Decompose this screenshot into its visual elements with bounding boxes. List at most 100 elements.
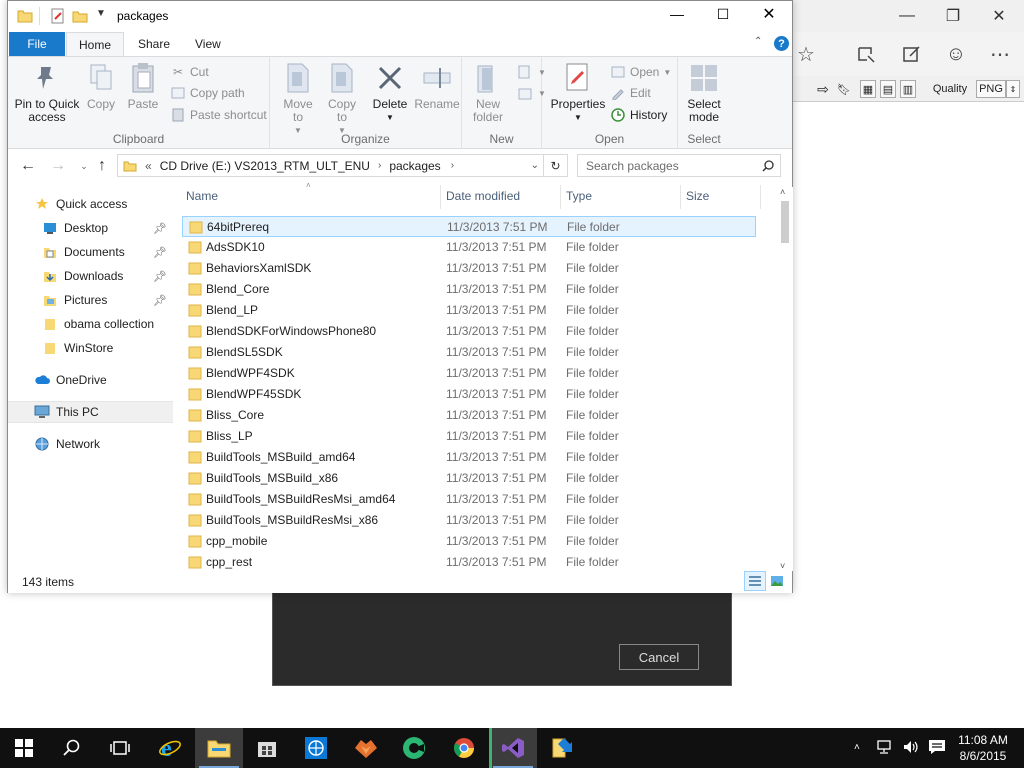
- volume-icon[interactable]: [902, 739, 920, 758]
- search-button[interactable]: [48, 728, 96, 768]
- format-spinner[interactable]: ⇕: [1006, 80, 1020, 98]
- background-close-button[interactable]: ✕: [976, 0, 1022, 32]
- show-hidden-icons-icon[interactable]: ˄: [854, 742, 860, 753]
- select-mode-button[interactable]: Select mode: [682, 61, 726, 124]
- copy-button[interactable]: Copy: [86, 61, 116, 111]
- tab-share[interactable]: Share: [126, 32, 182, 56]
- column-header-type[interactable]: Type: [566, 189, 592, 203]
- ribbon-collapse-icon[interactable]: ⌃: [754, 36, 762, 47]
- table-row[interactable]: AdsSDK10 11/3/2013 7:51 PM File folder: [182, 237, 756, 258]
- scrollbar-thumb[interactable]: [781, 201, 789, 243]
- maximize-button[interactable]: ☐: [700, 1, 746, 27]
- minimize-button[interactable]: —: [654, 1, 700, 27]
- scroll-up-icon[interactable]: ˄: [780, 187, 785, 197]
- cancel-button[interactable]: Cancel: [619, 644, 699, 670]
- vertical-scrollbar[interactable]: ˄ ˅: [776, 187, 793, 571]
- nav-item-documents[interactable]: Documents 📌︎: [8, 241, 173, 263]
- search-input[interactable]: Search packages: [577, 154, 781, 177]
- paste-button[interactable]: Paste: [126, 61, 160, 111]
- help-icon[interactable]: ?: [774, 36, 789, 51]
- taskbar-visual-studio[interactable]: [489, 728, 537, 768]
- tab-home[interactable]: Home: [66, 32, 125, 57]
- taskbar-setup[interactable]: [538, 728, 586, 768]
- back-arrow-icon[interactable]: ←: [18, 156, 38, 176]
- favorite-star-icon[interactable]: ☆: [794, 42, 818, 66]
- address-dropdown-icon[interactable]: ⌄: [531, 160, 539, 171]
- column-separator[interactable]: [440, 185, 441, 209]
- table-row[interactable]: Bliss_LP 11/3/2013 7:51 PM File folder: [182, 426, 756, 447]
- column-separator[interactable]: [680, 185, 681, 209]
- table-row[interactable]: cpp_mobile 11/3/2013 7:51 PM File folder: [182, 531, 756, 552]
- history-button[interactable]: History: [610, 105, 667, 125]
- column-separator[interactable]: [760, 185, 761, 209]
- new-folder-quick-icon[interactable]: [72, 8, 88, 24]
- format-select[interactable]: PNG: [976, 80, 1006, 98]
- taskbar-chrome[interactable]: [440, 728, 488, 768]
- new-folder-button[interactable]: New folder: [468, 61, 508, 124]
- breadcrumb-drive[interactable]: CD Drive (E:) VS2013_RTM_ULT_ENU: [160, 159, 370, 173]
- table-row[interactable]: Bliss_Core 11/3/2013 7:51 PM File folder: [182, 405, 756, 426]
- up-arrow-icon[interactable]: ↑: [92, 156, 112, 176]
- tab-file[interactable]: File: [9, 32, 65, 56]
- copy-to-button[interactable]: Copy to ▼: [324, 61, 360, 137]
- table-row[interactable]: cpp_rest 11/3/2013 7:51 PM File folder: [182, 552, 756, 573]
- nav-item-network[interactable]: Network: [8, 433, 173, 455]
- taskbar-file-explorer[interactable]: [195, 728, 243, 768]
- network-tray-icon[interactable]: [876, 739, 894, 758]
- move-to-button[interactable]: Move to ▼: [280, 61, 316, 137]
- taskbar-store[interactable]: [243, 728, 291, 768]
- taskbar-globe-app[interactable]: [292, 728, 340, 768]
- table-row[interactable]: Blend_LP 11/3/2013 7:51 PM File folder: [182, 300, 756, 321]
- column-header-date[interactable]: Date modified: [446, 189, 520, 203]
- properties-button[interactable]: Properties ▼: [550, 61, 606, 124]
- taskbar-internet-explorer[interactable]: e: [146, 728, 194, 768]
- properties-quick-icon[interactable]: [50, 8, 66, 24]
- table-row[interactable]: BuildTools_MSBuild_x86 11/3/2013 7:51 PM F…: [182, 468, 756, 489]
- nav-item-this-pc[interactable]: This PC: [8, 401, 173, 423]
- copy-path-button[interactable]: Copy path: [170, 83, 245, 103]
- background-minimize-button[interactable]: —: [884, 0, 930, 32]
- breadcrumb-separator-icon[interactable]: ›: [451, 160, 454, 171]
- column-header-name[interactable]: Name: [186, 189, 218, 203]
- gallery-icon[interactable]: ▤: [880, 80, 896, 98]
- column-separator[interactable]: [560, 185, 561, 209]
- pin-to-quick-access-button[interactable]: Pin to Quick access: [14, 61, 80, 124]
- nav-item-winstore[interactable]: WinStore: [8, 337, 173, 359]
- address-bar[interactable]: « CD Drive (E:) VS2013_RTM_ULT_ENU › pac…: [117, 154, 544, 177]
- background-restore-button[interactable]: ❐: [930, 0, 976, 32]
- forward-arrow-icon[interactable]: →: [48, 156, 68, 176]
- hub-icon[interactable]: [854, 42, 878, 66]
- rename-button[interactable]: Rename: [414, 61, 460, 111]
- action-center-icon[interactable]: [928, 739, 946, 758]
- table-row[interactable]: BlendSL5SDK 11/3/2013 7:51 PM File folder: [182, 342, 756, 363]
- refresh-button[interactable]: ↻: [544, 154, 568, 177]
- taskbar-camtasia[interactable]: [390, 728, 438, 768]
- clock[interactable]: 11:08 AM 8/6/2015: [958, 732, 1008, 764]
- table-row[interactable]: BlendWPF45SDK 11/3/2013 7:51 PM File folde…: [182, 384, 756, 405]
- image-icon[interactable]: ▦: [860, 80, 876, 98]
- table-row[interactable]: BehaviorsXamlSDK 11/3/2013 7:51 PM File fo…: [182, 258, 756, 279]
- bookmark-icon[interactable]: 🔖︎: [836, 80, 852, 98]
- start-button[interactable]: [0, 728, 48, 768]
- table-row[interactable]: BlendWPF4SDK 11/3/2013 7:51 PM File folder: [182, 363, 756, 384]
- web-note-icon[interactable]: [900, 42, 924, 66]
- table-row[interactable]: BuildTools_MSBuildResMsi_x86 11/3/2013 7:…: [182, 510, 756, 531]
- nav-item-onedrive[interactable]: OneDrive: [8, 369, 173, 391]
- scroll-down-icon[interactable]: ˅: [780, 561, 785, 571]
- edit-button[interactable]: Edit: [610, 83, 651, 103]
- column-header-size[interactable]: Size: [686, 189, 709, 203]
- delete-button[interactable]: Delete ▼: [372, 61, 408, 124]
- table-row[interactable]: BlendSDKForWindowsPhone80 11/3/2013 7:51 …: [182, 321, 756, 342]
- recent-locations-icon[interactable]: ⌄: [74, 156, 94, 176]
- close-button[interactable]: ✕: [746, 1, 792, 27]
- nav-item-quick-access[interactable]: Quick access: [8, 193, 173, 215]
- breadcrumb-overflow[interactable]: «: [145, 159, 152, 173]
- task-view-button[interactable]: [96, 728, 144, 768]
- table-row[interactable]: BuildTools_MSBuild_amd64 11/3/2013 7:51 P…: [182, 447, 756, 468]
- smiley-feedback-icon[interactable]: ☺: [944, 42, 968, 66]
- arrow-right-icon[interactable]: ⇨: [814, 80, 832, 98]
- nav-item-pictures[interactable]: Pictures 📌︎: [8, 289, 173, 311]
- nav-item-obama-collection[interactable]: obama collection: [8, 313, 173, 335]
- nav-item-desktop[interactable]: Desktop 📌︎: [8, 217, 173, 239]
- more-options-icon[interactable]: ⋯: [988, 42, 1012, 66]
